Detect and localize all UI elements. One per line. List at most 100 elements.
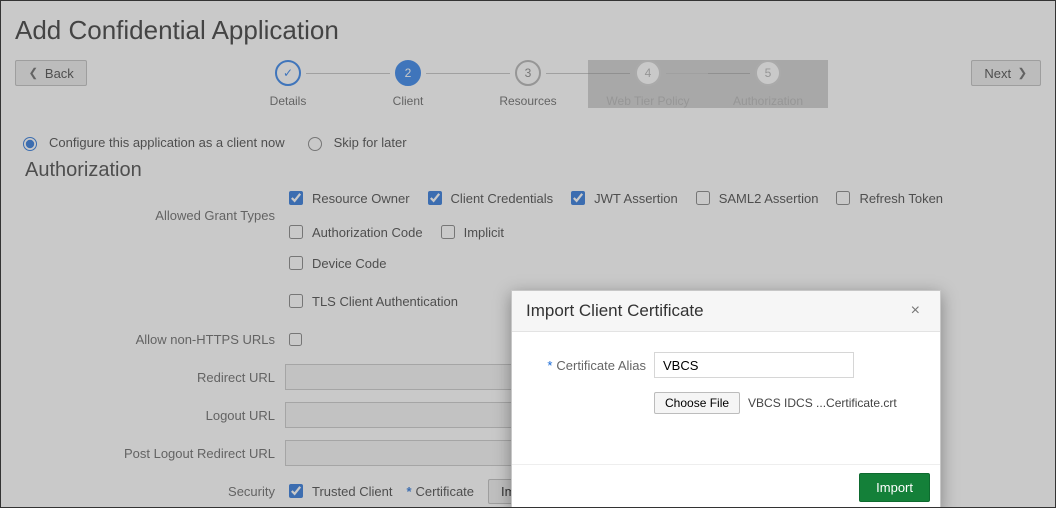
step-circle: ✓ bbox=[275, 60, 301, 86]
logout-url-input[interactable] bbox=[285, 402, 525, 428]
chk-refresh-token[interactable]: Refresh Token bbox=[832, 188, 943, 208]
chk-device-code-input[interactable] bbox=[289, 256, 303, 270]
choose-file-button[interactable]: Choose File bbox=[654, 392, 740, 414]
row-grant-types: Allowed Grant Types Resource Owner Clien… bbox=[35, 188, 1041, 242]
step-label: Authorization bbox=[733, 94, 803, 108]
wizard-topbar: ❮ Back ✓ Details 2 Client 3 Resources 4 bbox=[15, 60, 1041, 120]
chk-resource-owner[interactable]: Resource Owner bbox=[285, 188, 410, 208]
redirect-url-input[interactable] bbox=[285, 364, 525, 390]
label-grant-types: Allowed Grant Types bbox=[35, 208, 285, 223]
chk-resource-owner-input[interactable] bbox=[289, 191, 303, 205]
modal-body: * Certificate Alias Choose File VBCS IDCS… bbox=[512, 332, 940, 464]
chevron-left-icon: ❮ bbox=[29, 66, 39, 80]
wizard-steps: ✓ Details 2 Client 3 Resources 4 Web Tie… bbox=[168, 60, 888, 108]
step-circle: 2 bbox=[395, 60, 421, 86]
chk-non-https[interactable] bbox=[289, 333, 302, 346]
alias-label-text: Certificate Alias bbox=[556, 358, 646, 373]
chk-label: Trusted Client bbox=[312, 484, 392, 499]
chk-client-credentials-input[interactable] bbox=[428, 191, 442, 205]
close-icon: × bbox=[911, 302, 920, 319]
row-cert-alias: * Certificate Alias bbox=[534, 352, 918, 378]
chk-device-code[interactable]: Device Code bbox=[285, 253, 386, 273]
chk-saml2-assertion[interactable]: SAML2 Assertion bbox=[692, 188, 819, 208]
step-number: 5 bbox=[765, 66, 772, 80]
chk-label: SAML2 Assertion bbox=[719, 191, 819, 206]
page-root: Add Confidential Application ❮ Back ✓ De… bbox=[0, 0, 1056, 508]
modal-title: Import Client Certificate bbox=[526, 301, 704, 321]
chk-trusted-client[interactable]: Trusted Client bbox=[285, 481, 392, 501]
grant-types-field-2: Device Code bbox=[285, 253, 1041, 273]
grant-types-field: Resource Owner Client Credentials JWT As… bbox=[285, 188, 1041, 242]
check-icon: ✓ bbox=[283, 66, 293, 80]
skip-later-label: Skip for later bbox=[334, 135, 407, 150]
next-button[interactable]: Next ❯ bbox=[971, 60, 1041, 86]
chk-label: Implicit bbox=[464, 225, 504, 240]
authorization-heading: Authorization bbox=[25, 159, 1041, 182]
chk-label: TLS Client Authentication bbox=[312, 294, 458, 309]
step-circle: 5 bbox=[755, 60, 781, 86]
file-picker: Choose File VBCS IDCS ...Certificate.crt bbox=[654, 392, 897, 414]
step-webtier[interactable]: 4 Web Tier Policy bbox=[588, 60, 708, 108]
chk-implicit[interactable]: Implicit bbox=[437, 222, 504, 242]
modal-header: Import Client Certificate × bbox=[512, 291, 940, 332]
modal-close-button[interactable]: × bbox=[905, 301, 926, 321]
cert-text: Certificate bbox=[416, 484, 475, 499]
step-label: Details bbox=[270, 94, 307, 108]
row-grant-types-2: Device Code bbox=[35, 246, 1041, 280]
chevron-right-icon: ❯ bbox=[1018, 66, 1028, 80]
chk-label: JWT Assertion bbox=[594, 191, 678, 206]
chk-authorization-code[interactable]: Authorization Code bbox=[285, 222, 423, 242]
step-label: Web Tier Policy bbox=[606, 94, 689, 108]
chk-label: Resource Owner bbox=[312, 191, 410, 206]
step-authorization[interactable]: 5 Authorization bbox=[708, 60, 828, 108]
chk-refresh-token-input[interactable] bbox=[836, 191, 850, 205]
label-post-logout-url: Post Logout Redirect URL bbox=[35, 446, 285, 461]
modal-import-button[interactable]: Import bbox=[859, 473, 930, 502]
label-non-https: Allow non-HTTPS URLs bbox=[35, 332, 285, 347]
modal-footer: Import bbox=[512, 464, 940, 508]
step-resources[interactable]: 3 Resources bbox=[468, 60, 588, 108]
configure-now-label: Configure this application as a client n… bbox=[49, 135, 285, 150]
back-button[interactable]: ❮ Back bbox=[15, 60, 87, 86]
configure-now-input[interactable] bbox=[23, 137, 37, 151]
chk-label: Authorization Code bbox=[312, 225, 423, 240]
label-redirect-url: Redirect URL bbox=[35, 370, 285, 385]
page-title: Add Confidential Application bbox=[15, 15, 1041, 46]
configure-now-radio[interactable]: Configure this application as a client n… bbox=[18, 134, 285, 151]
chosen-file-name: VBCS IDCS ...Certificate.crt bbox=[748, 396, 897, 410]
chk-trusted-client-input[interactable] bbox=[289, 484, 303, 498]
step-circle: 3 bbox=[515, 60, 541, 86]
step-number: 3 bbox=[525, 66, 532, 80]
step-number: 4 bbox=[645, 66, 652, 80]
certificate-alias-input[interactable] bbox=[654, 352, 854, 378]
back-label: Back bbox=[45, 66, 74, 81]
chk-tls-client-auth-input[interactable] bbox=[289, 294, 303, 308]
chk-label: Device Code bbox=[312, 256, 386, 271]
step-label: Client bbox=[393, 94, 424, 108]
chk-jwt-assertion[interactable]: JWT Assertion bbox=[567, 188, 678, 208]
post-logout-url-input[interactable] bbox=[285, 440, 525, 466]
chk-implicit-input[interactable] bbox=[441, 225, 455, 239]
import-certificate-modal: Import Client Certificate × * Certificate… bbox=[511, 290, 941, 508]
skip-later-input[interactable] bbox=[308, 137, 322, 151]
step-number: 2 bbox=[405, 66, 412, 80]
skip-later-radio[interactable]: Skip for later bbox=[303, 134, 407, 151]
chk-tls-client-auth[interactable]: TLS Client Authentication bbox=[285, 291, 458, 311]
certificate-label: * Certificate bbox=[406, 484, 474, 499]
chk-label: Client Credentials bbox=[451, 191, 554, 206]
step-details[interactable]: ✓ Details bbox=[228, 60, 348, 108]
label-security: Security bbox=[35, 484, 285, 499]
next-label: Next bbox=[984, 66, 1011, 81]
step-circle: 4 bbox=[635, 60, 661, 86]
chk-jwt-assertion-input[interactable] bbox=[571, 191, 585, 205]
step-client[interactable]: 2 Client bbox=[348, 60, 468, 108]
step-label: Resources bbox=[499, 94, 556, 108]
chk-saml2-assertion-input[interactable] bbox=[696, 191, 710, 205]
required-asterisk: * bbox=[547, 358, 552, 373]
row-cert-file: Choose File VBCS IDCS ...Certificate.crt bbox=[534, 392, 918, 414]
chk-client-credentials[interactable]: Client Credentials bbox=[424, 188, 554, 208]
required-asterisk: * bbox=[406, 484, 411, 499]
label-logout-url: Logout URL bbox=[35, 408, 285, 423]
client-mode-row: Configure this application as a client n… bbox=[18, 134, 1041, 151]
chk-authorization-code-input[interactable] bbox=[289, 225, 303, 239]
